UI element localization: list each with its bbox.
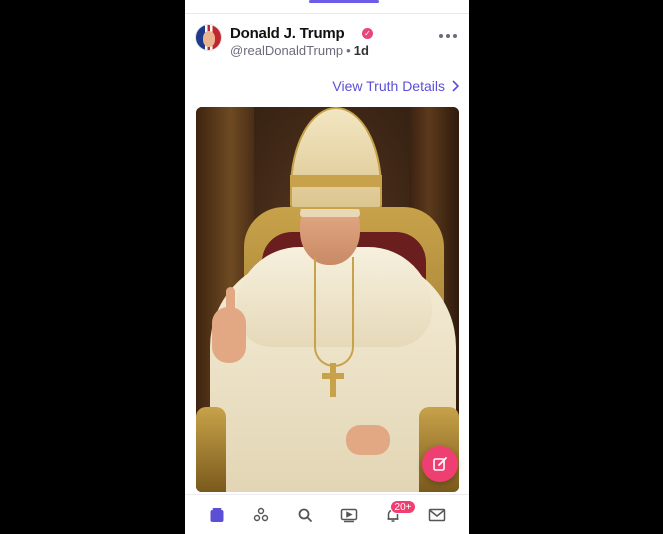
view-truth-details-label: View Truth Details: [332, 78, 445, 94]
mail-icon: [428, 508, 446, 521]
active-tab-indicator: [309, 0, 379, 3]
groups-icon: [253, 507, 269, 521]
chevron-right-icon: [452, 80, 459, 92]
video-icon: [340, 508, 358, 522]
pectoral-chain: [314, 257, 354, 367]
app-screen: Donald J. Trump ✓ @realDonaldTrump • 1d Vi…: [185, 0, 469, 534]
throne-arm-left: [196, 407, 226, 492]
nav-home[interactable]: [202, 502, 232, 528]
handle[interactable]: @realDonaldTrump: [230, 43, 343, 58]
verified-icon: ✓: [362, 28, 373, 39]
nav-search[interactable]: [290, 502, 320, 528]
post-header: Donald J. Trump ✓ @realDonaldTrump • 1d: [195, 24, 459, 64]
nav-notifications[interactable]: 20+: [378, 499, 416, 528]
compose-icon: [433, 457, 447, 471]
resting-hand: [346, 425, 390, 455]
raised-hand: [212, 307, 246, 363]
avatar-face: [203, 31, 215, 47]
mitre-band: [290, 175, 382, 187]
top-tab-strip: [185, 0, 469, 14]
pectoral-cross-bar: [322, 373, 344, 379]
pectoral-cross: [330, 363, 336, 397]
handle-line: @realDonaldTrump • 1d: [230, 43, 369, 58]
post-image[interactable]: [196, 107, 459, 492]
view-truth-details-link[interactable]: View Truth Details: [332, 78, 459, 94]
mitre: [290, 107, 382, 209]
more-icon[interactable]: [439, 34, 457, 40]
bottom-nav: 20+: [185, 494, 469, 534]
display-name[interactable]: Donald J. Trump: [230, 25, 345, 42]
compose-button[interactable]: [422, 446, 458, 482]
avatar[interactable]: [195, 24, 222, 51]
nav-groups[interactable]: [246, 502, 276, 528]
separator: •: [346, 43, 351, 58]
nav-messages[interactable]: [422, 502, 452, 528]
post-time: 1d: [353, 43, 369, 58]
home-icon: [210, 507, 224, 522]
notifications-badge: 20+: [390, 499, 416, 514]
search-icon: [298, 508, 312, 522]
nav-video[interactable]: [334, 502, 364, 528]
